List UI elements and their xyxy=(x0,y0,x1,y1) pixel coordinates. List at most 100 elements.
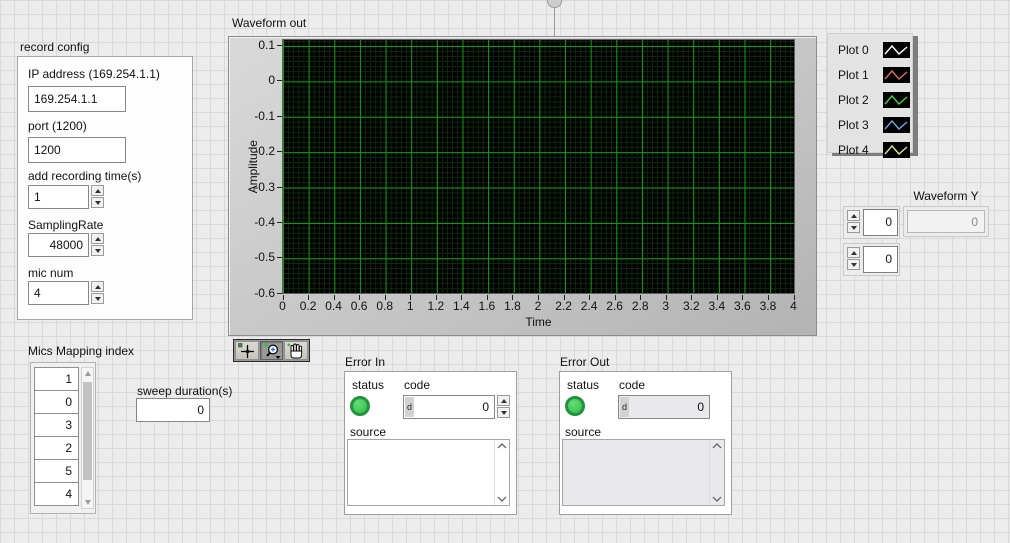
legend-row[interactable]: Plot 1 xyxy=(828,62,912,87)
mic-num-label: mic num xyxy=(28,266,73,280)
add-recording-time-label: add recording time(s) xyxy=(28,169,141,183)
error-in-source-box[interactable] xyxy=(347,439,510,506)
pane-splitter-line xyxy=(554,8,555,36)
y-tickmark xyxy=(277,116,282,117)
x-tick-label: 0.6 xyxy=(351,299,368,313)
record-config-label: record config xyxy=(20,40,89,54)
y-tickmark xyxy=(277,222,282,223)
x-tick-label: 3.4 xyxy=(709,299,726,313)
chevron-down-icon[interactable] xyxy=(712,496,722,502)
zoom-tool-button[interactable] xyxy=(260,341,284,360)
cursor-move-tool-button[interactable] xyxy=(235,341,259,360)
radix-badge[interactable]: d xyxy=(405,397,414,417)
mics-scrollbar[interactable] xyxy=(81,367,94,509)
up-arrow-icon xyxy=(95,285,101,289)
x-tick-label: 3 xyxy=(662,299,669,313)
graph-title: Waveform out xyxy=(232,16,306,30)
down-arrow-icon xyxy=(501,411,507,415)
error-in-code-label: code xyxy=(404,378,430,392)
source-scrollbar[interactable] xyxy=(494,440,509,505)
y-tick-label: 0.1 xyxy=(229,37,275,53)
graph-palette xyxy=(233,339,310,362)
index-0-value[interactable]: 0 xyxy=(863,209,898,236)
x-axis-label: Time xyxy=(282,315,795,329)
mic-index-cell[interactable]: 1 xyxy=(34,367,79,391)
error-out-source-box xyxy=(562,439,725,506)
pan-tool-button[interactable] xyxy=(284,341,308,360)
mic-index-cell[interactable]: 0 xyxy=(34,390,79,414)
error-out-code-field: d 0 xyxy=(618,395,710,419)
plot-line-sample-icon xyxy=(883,42,910,58)
increment-button[interactable] xyxy=(497,395,510,406)
mic-index-cell[interactable]: 2 xyxy=(34,436,79,460)
legend-row[interactable]: Plot 2 xyxy=(828,87,912,112)
decrement-button[interactable] xyxy=(91,293,104,304)
decrement-button[interactable] xyxy=(497,407,510,418)
decrement-button[interactable] xyxy=(91,197,104,208)
increment-button[interactable] xyxy=(847,210,860,221)
legend-row[interactable]: Plot 3 xyxy=(828,112,912,137)
decrement-button[interactable] xyxy=(91,245,104,256)
mics-mapping-array: 103254 xyxy=(30,362,96,514)
down-arrow-icon xyxy=(95,297,101,301)
index-1-value[interactable]: 0 xyxy=(863,246,898,273)
up-arrow-icon xyxy=(851,214,857,218)
increment-button[interactable] xyxy=(91,233,104,244)
x-tick-label: 2.8 xyxy=(632,299,649,313)
x-tick-label: 1.2 xyxy=(427,299,444,313)
y-tick-label: -0.6 xyxy=(229,285,275,301)
magnifier-icon xyxy=(262,342,282,360)
down-arrow-icon xyxy=(851,263,857,267)
increment-button[interactable] xyxy=(91,185,104,196)
chevron-down-icon[interactable] xyxy=(497,496,507,502)
add-recording-time-input[interactable]: 1 xyxy=(28,185,89,209)
legend-row[interactable]: Plot 0 xyxy=(828,37,912,62)
increment-button[interactable] xyxy=(91,281,104,292)
mic-num-input[interactable]: 4 xyxy=(28,281,89,305)
source-scrollbar[interactable] xyxy=(709,440,724,505)
graph-plot-area[interactable] xyxy=(282,39,795,294)
sweep-duration-input[interactable]: 0 xyxy=(136,398,210,422)
error-in-label: Error In xyxy=(345,355,385,369)
y-tick-label: -0.5 xyxy=(229,249,275,265)
error-in-code-field[interactable]: d 0 xyxy=(403,395,495,419)
plot-legend-label: Plot 1 xyxy=(838,68,878,82)
down-arrow-icon xyxy=(851,226,857,230)
chevron-up-icon[interactable] xyxy=(712,443,722,449)
legend-row[interactable]: Plot 4 xyxy=(828,137,912,162)
radix-badge: d xyxy=(620,397,629,417)
up-arrow-icon xyxy=(95,189,101,193)
x-tick-label: 3.2 xyxy=(683,299,700,313)
scrollbar-thumb[interactable] xyxy=(83,382,92,480)
mic-num-spinner xyxy=(91,281,104,304)
increment-button[interactable] xyxy=(847,247,860,258)
sampling-rate-input[interactable]: 48000 xyxy=(28,233,89,257)
x-tick-label: 2.4 xyxy=(581,299,598,313)
scroll-up-button[interactable] xyxy=(82,368,93,379)
mic-index-cell[interactable]: 3 xyxy=(34,413,79,437)
y-tick-label: -0.4 xyxy=(229,214,275,230)
error-out-source-label: source xyxy=(565,425,601,439)
decrement-button[interactable] xyxy=(847,222,860,233)
add-recording-time-spinner xyxy=(91,185,104,208)
port-label: port (1200) xyxy=(28,119,87,133)
mic-index-cell[interactable]: 5 xyxy=(34,459,79,483)
decrement-button[interactable] xyxy=(847,259,860,270)
waveform-y-indicator: 0 xyxy=(903,206,989,237)
x-tick-label: 1.4 xyxy=(453,299,470,313)
mic-index-cell[interactable]: 4 xyxy=(34,482,79,506)
y-tickmark xyxy=(277,187,282,188)
error-in-status-led[interactable] xyxy=(350,396,370,416)
down-arrow-icon xyxy=(95,201,101,205)
x-tick-label: 0 xyxy=(279,299,286,313)
port-input[interactable] xyxy=(28,137,126,163)
ip-address-input[interactable] xyxy=(28,86,126,112)
x-tick-label: 1.6 xyxy=(479,299,496,313)
y-tickmark xyxy=(277,151,282,152)
scroll-down-button[interactable] xyxy=(82,497,93,508)
chevron-up-icon[interactable] xyxy=(497,443,507,449)
index-0-spinner xyxy=(847,210,860,233)
pane-splitter-handle[interactable] xyxy=(547,0,562,8)
x-tick-label: 3.6 xyxy=(734,299,751,313)
plot-legend-label: Plot 4 xyxy=(838,143,878,157)
